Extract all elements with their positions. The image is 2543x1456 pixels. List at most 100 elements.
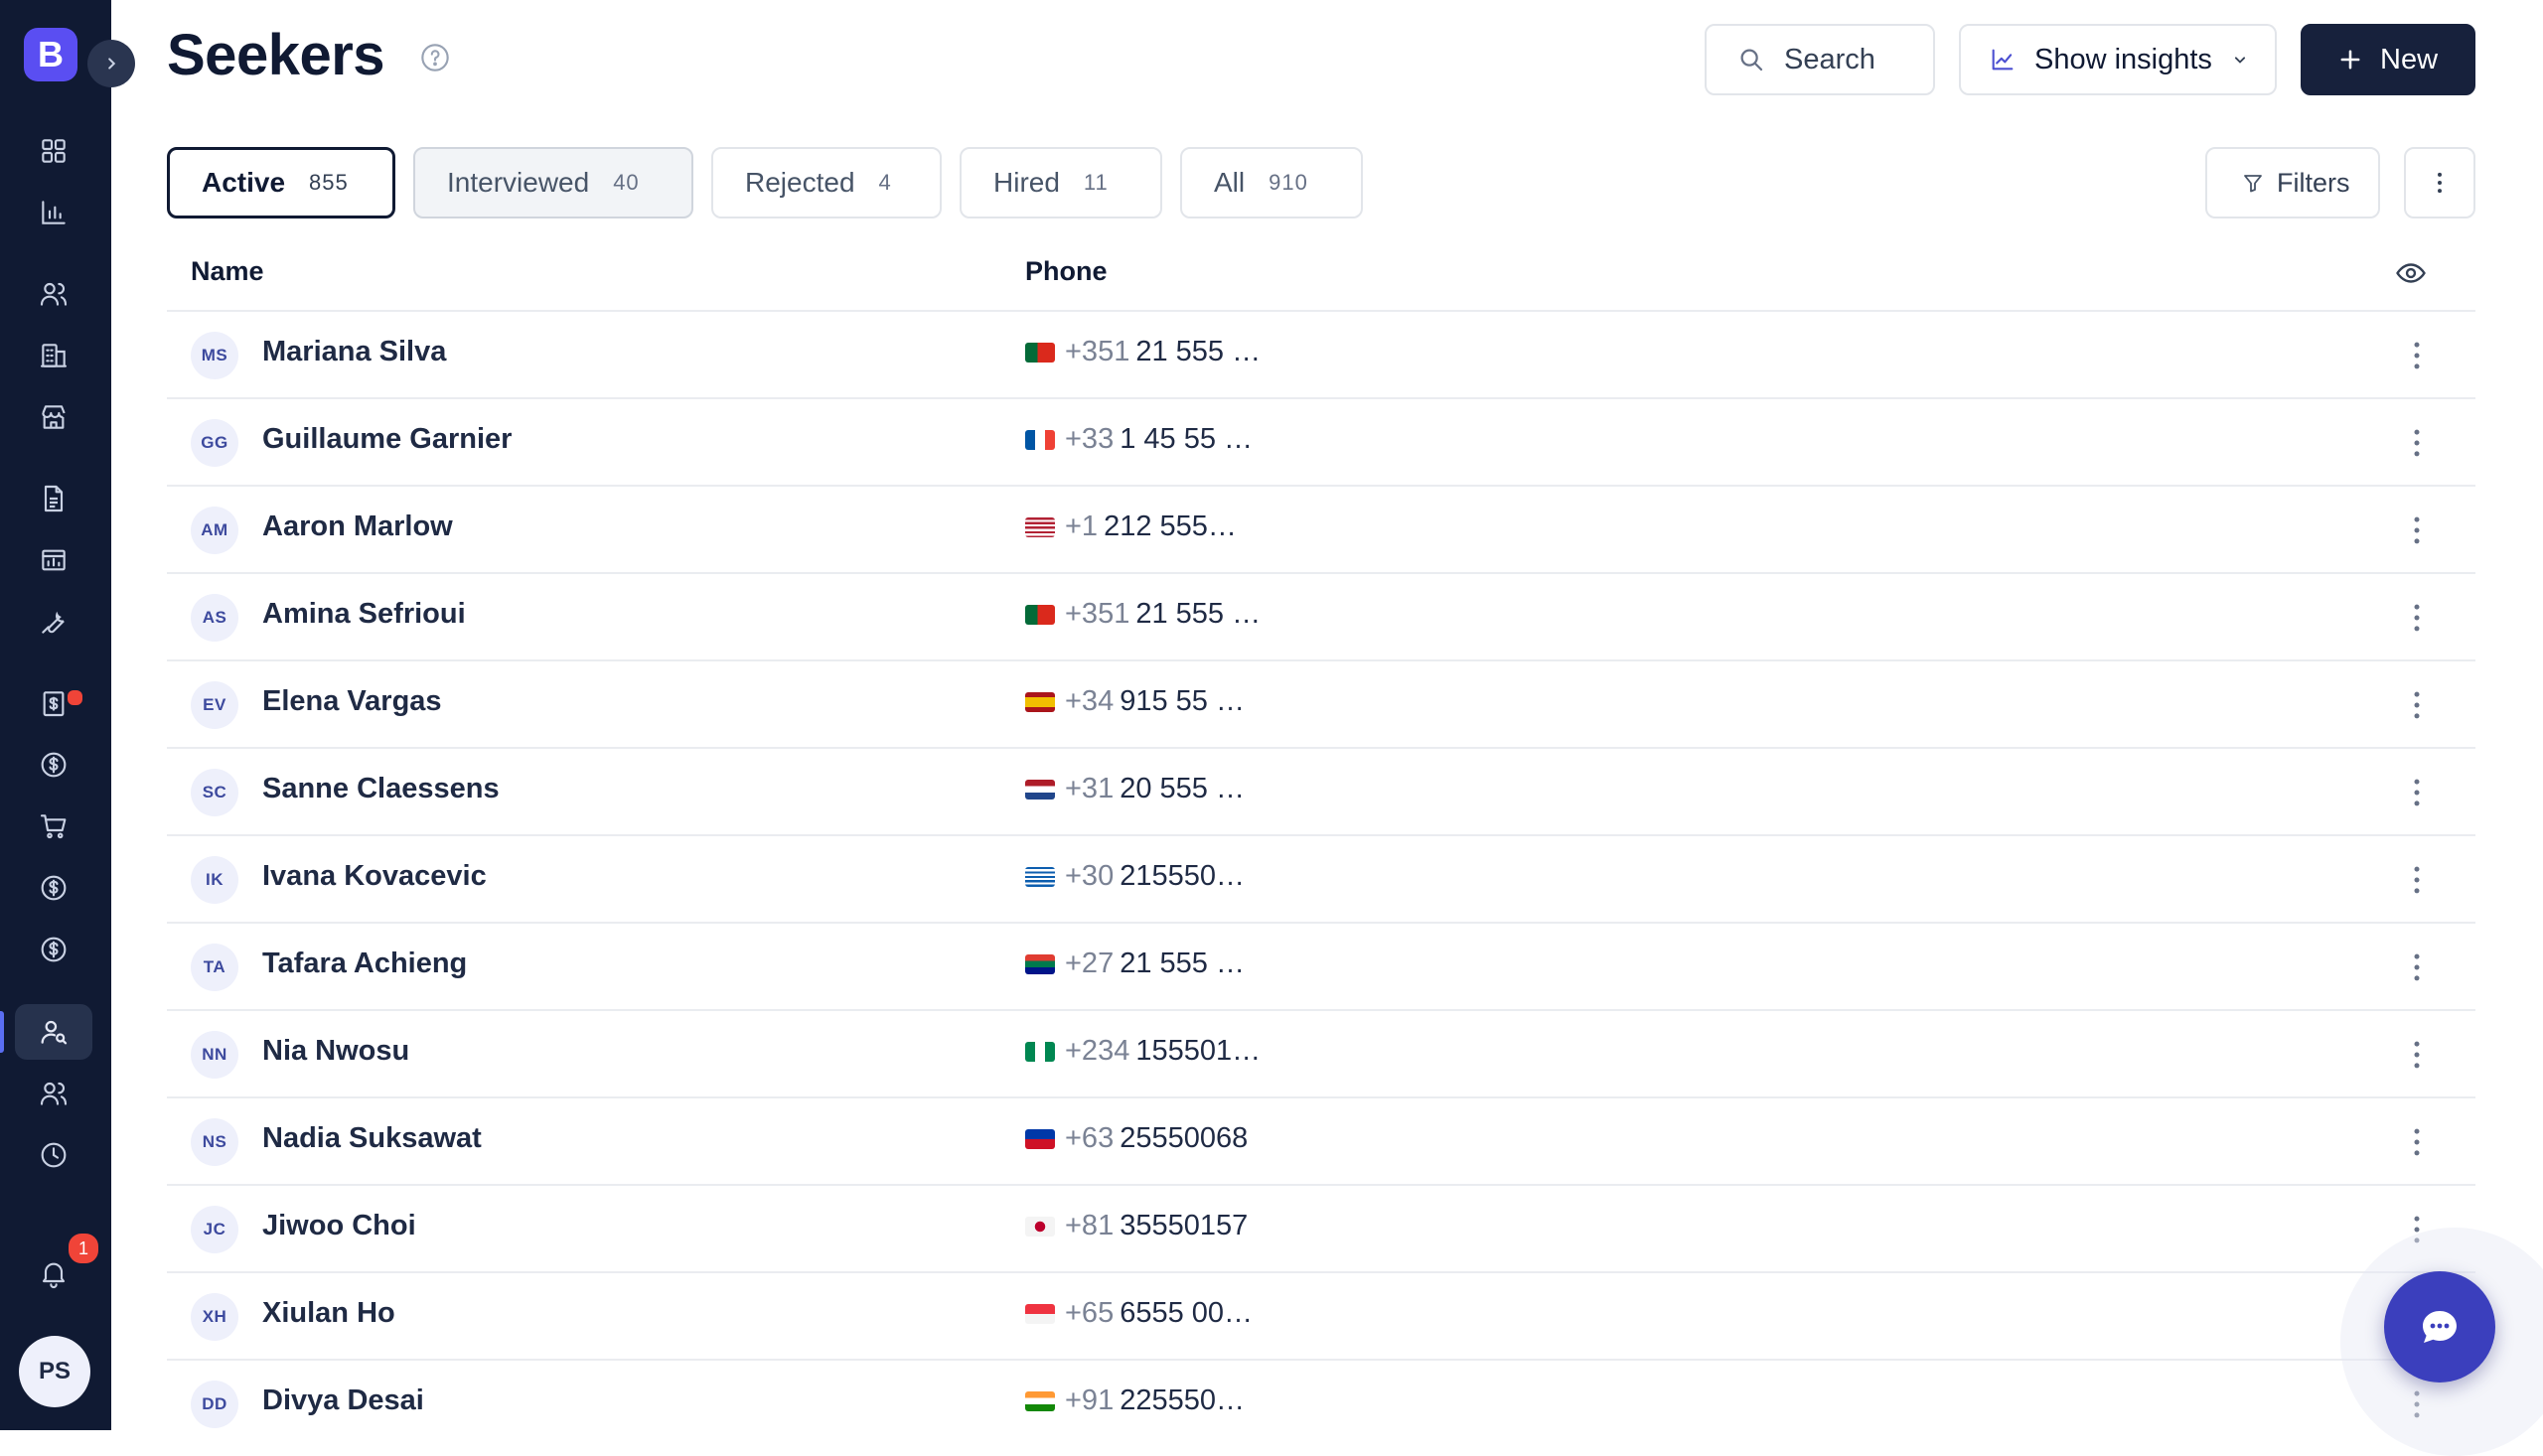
table-row[interactable]: DD Divya Desai +91 2255501… <box>167 1361 2475 1446</box>
tab-count: 40 <box>613 170 640 195</box>
phone-country-code: +31 <box>1065 773 1115 804</box>
seeker-name[interactable]: Nadia Suksawat <box>262 1122 482 1155</box>
app-logo[interactable]: B <box>24 28 77 81</box>
tab-active[interactable]: Active 855 <box>167 147 395 218</box>
seeker-name[interactable]: Ivana Kovacevic <box>262 860 487 893</box>
search-label: Search <box>1784 43 1875 75</box>
phone-country-code: +81 <box>1065 1210 1115 1241</box>
tab-label: Hired <box>993 167 1060 198</box>
row-more-icon[interactable] <box>2397 1035 2437 1075</box>
table-row[interactable]: NN Nia Nwosu +234 155501… <box>167 1011 2475 1096</box>
team-icon[interactable] <box>15 1066 92 1121</box>
country-flag-icon <box>1025 866 1055 887</box>
seeker-name[interactable]: Jiwoo Choi <box>262 1210 416 1242</box>
chat-bubble-icon <box>2423 1311 2457 1343</box>
seeker-name[interactable]: Divya Desai <box>262 1384 424 1417</box>
seeker-name[interactable]: Aaron Marlow <box>262 510 453 543</box>
table-row[interactable]: JC Jiwoo Choi +81 35550157 <box>167 1186 2475 1271</box>
table-row[interactable]: XH Xiulan Ho +65 6555 004… <box>167 1273 2475 1359</box>
phone-country-code: +351 <box>1065 598 1130 630</box>
table-row[interactable]: MS Mariana Silva +351 21 555 … <box>167 312 2475 397</box>
column-header-name[interactable]: Name <box>191 256 264 287</box>
show-insights-button[interactable]: Show insights <box>1959 24 2277 95</box>
tab-all[interactable]: All 910 <box>1180 147 1363 218</box>
filters-button[interactable]: Filters <box>2205 147 2380 218</box>
table-row[interactable]: EV Elena Vargas +34 915 55 0… <box>167 661 2475 747</box>
column-header-phone[interactable]: Phone <box>1025 256 1108 287</box>
phone-country-code: +351 <box>1065 336 1130 367</box>
phone-country-code: +30 <box>1065 860 1115 892</box>
phone-number: 915 55 0… <box>1120 685 1260 717</box>
bar-chart-icon[interactable] <box>15 185 92 240</box>
phone-number: 21 555 … <box>1135 336 1262 367</box>
filters-label: Filters <box>2277 167 2350 198</box>
phone-number: 6555 004… <box>1120 1297 1260 1329</box>
tab-rejected[interactable]: Rejected 4 <box>711 147 942 218</box>
report-icon[interactable] <box>15 532 92 588</box>
seeker-name[interactable]: Elena Vargas <box>262 685 442 718</box>
table-row[interactable]: NS Nadia Suksawat +63 25550068 <box>167 1098 2475 1184</box>
chevron-right-icon <box>108 58 116 70</box>
row-more-icon[interactable] <box>2397 598 2437 638</box>
search-button[interactable]: Search <box>1705 24 1935 95</box>
avatar: TA <box>191 944 238 991</box>
tab-hired[interactable]: Hired 11 <box>960 147 1162 218</box>
table-row[interactable]: SC Sanne Claessens +31 20 555 0… <box>167 749 2475 834</box>
phone-number: 20 555 0… <box>1120 773 1260 804</box>
tab-count: 910 <box>1269 170 1308 195</box>
row-more-icon[interactable] <box>2397 685 2437 725</box>
users-icon[interactable] <box>15 266 92 322</box>
building-icon[interactable] <box>15 328 92 383</box>
row-more-icon[interactable] <box>2397 336 2437 375</box>
table-row[interactable]: IK Ivana Kovacevic +30 2155500… <box>167 836 2475 922</box>
phone-cell: +351 21 555 … <box>1025 598 1261 631</box>
dollar-icon[interactable] <box>15 737 92 793</box>
dollar-icon[interactable] <box>15 922 92 977</box>
seeker-name[interactable]: Sanne Claessens <box>262 773 500 805</box>
tab-interviewed[interactable]: Interviewed 40 <box>413 147 693 218</box>
phone-cell: +33 1 45 55 0… <box>1025 423 1259 456</box>
row-more-icon[interactable] <box>2397 423 2437 463</box>
eye-icon[interactable] <box>2394 256 2428 290</box>
sidebar-collapse-button[interactable] <box>87 40 135 87</box>
country-flag-icon <box>1025 1390 1055 1411</box>
user-avatar[interactable]: PS <box>19 1336 90 1407</box>
seeker-name[interactable]: Tafara Achieng <box>262 947 467 980</box>
cart-icon[interactable] <box>15 799 92 854</box>
table-row[interactable]: GG Guillaume Garnier +33 1 45 55 0… <box>167 399 2475 485</box>
more-options-button[interactable] <box>2404 147 2475 218</box>
dashboard-icon[interactable] <box>15 123 92 179</box>
country-flag-icon <box>1025 953 1055 974</box>
country-flag-icon <box>1025 604 1055 625</box>
seeker-name[interactable]: Xiulan Ho <box>262 1297 395 1330</box>
new-label: New <box>2380 43 2439 75</box>
row-more-icon[interactable] <box>2397 773 2437 812</box>
clock-icon[interactable] <box>15 1127 92 1183</box>
seekers-icon[interactable] <box>15 1004 92 1060</box>
row-more-icon[interactable] <box>2397 510 2437 550</box>
table-row[interactable]: AS Amina Sefrioui +351 21 555 … <box>167 574 2475 659</box>
tab-count: 11 <box>1083 170 1109 195</box>
table-row[interactable]: AM Aaron Marlow +1212 555 0… <box>167 487 2475 572</box>
row-more-icon[interactable] <box>2397 860 2437 900</box>
seeker-name[interactable]: Guillaume Garnier <box>262 423 512 456</box>
tab-label: Active <box>202 167 286 198</box>
row-more-icon[interactable] <box>2397 947 2437 987</box>
seeker-name[interactable]: Nia Nwosu <box>262 1035 409 1068</box>
dollar-icon[interactable] <box>15 860 92 916</box>
chat-button[interactable] <box>2384 1271 2495 1383</box>
help-icon[interactable] <box>419 42 451 73</box>
wrench-icon[interactable] <box>15 594 92 650</box>
table-row[interactable]: TA Tafara Achieng +27 21 555 0… <box>167 924 2475 1009</box>
phone-cell: +27 21 555 0… <box>1025 947 1259 980</box>
new-button[interactable]: New <box>2301 24 2475 95</box>
phone-number: 21 555 0… <box>1120 947 1260 979</box>
document-icon[interactable] <box>15 471 92 526</box>
seeker-name[interactable]: Mariana Silva <box>262 336 446 368</box>
seeker-name[interactable]: Amina Sefrioui <box>262 598 466 631</box>
phone-cell: +65 6555 004… <box>1025 1297 1259 1330</box>
line-chart-icon <box>1992 49 2014 71</box>
phone-number: 2155500… <box>1120 860 1260 892</box>
row-more-icon[interactable] <box>2397 1122 2437 1162</box>
store-icon[interactable] <box>15 389 92 445</box>
